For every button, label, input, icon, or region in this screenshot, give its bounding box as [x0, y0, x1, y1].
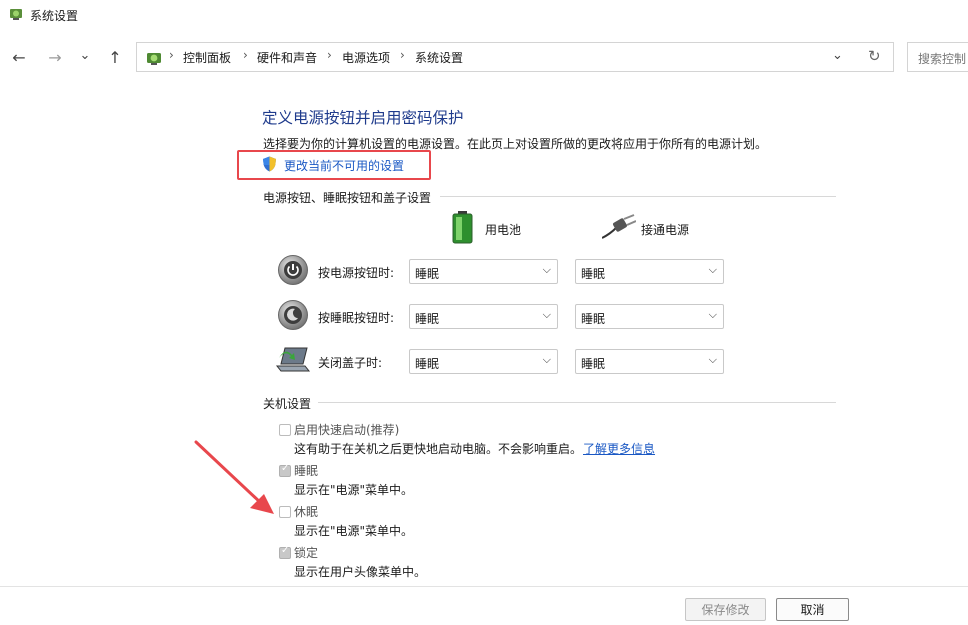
hibernate-checkbox[interactable]	[279, 506, 291, 518]
address-bar[interactable]: › 控制面板 › 硬件和声音 › 电源选项 › 系统设置 ⌄ ↻	[136, 42, 894, 72]
breadcrumb-separator-icon: ›	[400, 48, 405, 62]
lock-option-description: 显示在用户头像菜单中。	[294, 565, 427, 579]
power-icon	[278, 255, 308, 285]
breadcrumb-hardware-sound[interactable]: 硬件和声音	[257, 49, 317, 66]
breadcrumb-power-options[interactable]: 电源选项	[342, 49, 390, 66]
search-placeholder: 搜索控制	[918, 52, 967, 66]
lock-option-label: 锁定	[294, 546, 319, 560]
uac-shield-icon	[263, 156, 276, 172]
chevron-down-icon: ⌄	[79, 47, 91, 63]
chevron-down-icon: ⌵	[708, 308, 717, 321]
chevron-down-icon: ⌵	[708, 353, 717, 366]
breadcrumb-control-panel[interactable]: 控制面板	[183, 49, 231, 66]
column-header-battery: 用电池	[485, 223, 522, 237]
breadcrumb-separator-icon: ›	[169, 48, 174, 62]
power-button-battery-select[interactable]: 睡眠 ⌵	[409, 259, 558, 284]
arrow-up-icon: ↑	[108, 47, 122, 67]
arrow-left-icon: ←	[12, 47, 26, 67]
section-divider	[318, 402, 836, 403]
fast-startup-description: 这有助于在关机之后更快地启动电脑。不会影响重启。	[294, 442, 583, 456]
fast-startup-checkbox[interactable]	[279, 424, 291, 436]
battery-icon	[452, 211, 473, 244]
title-bar: 系统设置	[0, 0, 968, 30]
sleep-button-battery-select[interactable]: 睡眠 ⌵	[409, 304, 558, 329]
cancel-button[interactable]: 取消	[776, 598, 849, 621]
power-section-heading: 电源按钮、睡眠按钮和盖子设置	[263, 191, 432, 205]
close-lid-label: 关闭盖子时:	[318, 356, 383, 370]
chevron-down-icon: ⌵	[708, 263, 717, 276]
laptop-lid-icon	[275, 347, 311, 372]
close-lid-battery-select[interactable]: 睡眠 ⌵	[409, 349, 558, 374]
column-header-plugged-in: 接通电源	[641, 223, 690, 237]
page-title: 定义电源按钮并启用密码保护	[262, 109, 464, 127]
sleep-option-description: 显示在"电源"菜单中。	[294, 483, 414, 497]
arrow-right-icon: →	[48, 47, 62, 67]
footer-divider	[0, 586, 968, 587]
control-panel-icon	[147, 53, 161, 65]
sleep-moon-icon	[278, 300, 308, 330]
lock-checkbox[interactable]	[279, 545, 291, 559]
sleep-option-label: 睡眠	[294, 464, 319, 478]
back-button[interactable]: ←	[8, 46, 30, 68]
control-panel-icon	[10, 9, 22, 20]
save-changes-button[interactable]: 保存修改	[685, 598, 766, 621]
shutdown-section-heading: 关机设置	[263, 397, 312, 411]
sleep-checkbox[interactable]	[279, 463, 291, 477]
power-plug-icon	[602, 214, 636, 239]
hibernate-option-description: 显示在"电源"菜单中。	[294, 524, 414, 538]
forward-button[interactable]: →	[44, 46, 66, 68]
breadcrumb-system-settings[interactable]: 系统设置	[415, 49, 463, 66]
learn-more-link[interactable]: 了解更多信息	[583, 440, 655, 457]
hibernate-option-label: 休眠	[294, 505, 319, 519]
close-lid-plugged-select[interactable]: 睡眠 ⌵	[575, 349, 724, 374]
annotation-arrow-icon	[194, 440, 274, 514]
chevron-down-icon: ⌵	[542, 308, 551, 321]
chevron-down-icon: ⌵	[542, 263, 551, 276]
fast-startup-label: 启用快速启动(推荐)	[294, 423, 400, 437]
power-button-label: 按电源按钮时:	[318, 266, 395, 280]
chevron-down-icon: ⌵	[542, 353, 551, 366]
sleep-button-label: 按睡眠按钮时:	[318, 311, 395, 325]
window-title: 系统设置	[30, 9, 79, 23]
up-button[interactable]: ↑	[104, 46, 126, 68]
breadcrumb-separator-icon: ›	[327, 48, 332, 62]
power-button-plugged-select[interactable]: 睡眠 ⌵	[575, 259, 724, 284]
refresh-icon[interactable]: ↻	[868, 47, 881, 65]
change-unavailable-settings-link[interactable]: 更改当前不可用的设置	[284, 157, 404, 174]
section-divider	[440, 196, 836, 197]
search-box[interactable]: 搜索控制	[907, 42, 968, 72]
recent-locations-button[interactable]: ⌄	[74, 44, 96, 66]
breadcrumb-separator-icon: ›	[243, 48, 248, 62]
address-dropdown-icon[interactable]: ⌄	[832, 48, 843, 63]
sleep-button-plugged-select[interactable]: 睡眠 ⌵	[575, 304, 724, 329]
